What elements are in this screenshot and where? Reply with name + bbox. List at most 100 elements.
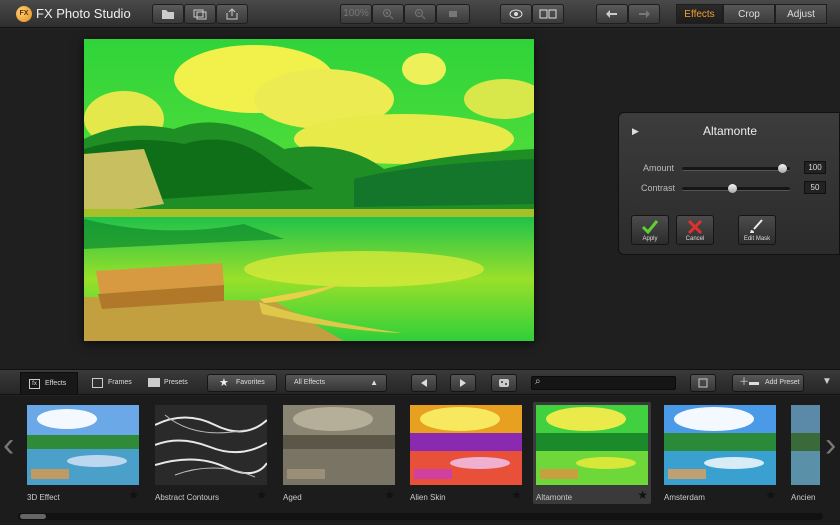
favorite-star-icon[interactable]: ★ bbox=[637, 488, 648, 502]
top-toolbar: FX FX Photo Studio 100% Effects Crop Adj… bbox=[0, 0, 840, 28]
square-icon bbox=[698, 378, 708, 388]
undo-icon bbox=[606, 10, 617, 18]
effect-name: 3D Effect bbox=[27, 493, 60, 502]
effect-search-input[interactable]: ⌕ bbox=[531, 376, 676, 390]
edit-mask-button[interactable]: Edit Mask bbox=[738, 215, 776, 245]
effect-name: Ancien bbox=[791, 493, 816, 502]
thumbnail-image bbox=[791, 405, 820, 485]
effect-name: Aged bbox=[283, 493, 302, 502]
thumbnail-image bbox=[283, 405, 395, 485]
fit-screen-icon bbox=[449, 11, 457, 17]
canvas-area: ▶ Altamonte Amount 100 Contrast 50 Apply… bbox=[0, 29, 840, 369]
next-effect-button[interactable] bbox=[450, 374, 476, 392]
share-button[interactable] bbox=[216, 4, 248, 24]
previous-effect-button[interactable] bbox=[411, 374, 437, 392]
share-icon bbox=[226, 8, 238, 20]
effect-thumb-abstract-contours[interactable]: Abstract Contours ★ bbox=[152, 402, 270, 504]
add-preset-button[interactable]: ＋▬ Add Preset bbox=[732, 374, 804, 392]
effect-title: Altamonte bbox=[702, 124, 758, 138]
zoom-level[interactable]: 100% bbox=[340, 4, 372, 24]
cancel-button[interactable]: Cancel bbox=[676, 215, 714, 245]
scroll-left-arrow-icon[interactable]: ‹ bbox=[3, 426, 14, 465]
open-file-button[interactable] bbox=[152, 4, 184, 24]
contrast-slider[interactable] bbox=[682, 184, 790, 193]
arrow-right-icon bbox=[460, 379, 466, 387]
app-window: FX FX Photo Studio 100% Effects Crop Adj… bbox=[0, 0, 840, 525]
effect-thumb-ancien[interactable]: Ancien bbox=[788, 402, 820, 504]
effect-thumb-altamonte[interactable]: Altamonte ★ bbox=[533, 402, 651, 504]
compare-button[interactable] bbox=[532, 4, 564, 24]
arrow-left-icon bbox=[421, 379, 427, 387]
fx-icon: fx bbox=[29, 379, 40, 389]
redo-icon bbox=[639, 10, 650, 18]
search-icon: ⌕ bbox=[535, 376, 541, 387]
shuffle-icon bbox=[499, 379, 509, 387]
thumbnail-scrollbar[interactable] bbox=[18, 513, 823, 520]
tab-adjust[interactable]: Adjust bbox=[775, 4, 827, 24]
gallery-icon bbox=[193, 9, 207, 20]
zoom-in-button[interactable] bbox=[372, 4, 404, 24]
tab-presets[interactable]: Presets bbox=[140, 372, 196, 394]
preview-button[interactable] bbox=[500, 4, 532, 24]
favorite-star-icon[interactable]: ★ bbox=[128, 488, 139, 502]
effects-thumbnail-strip: ‹ › 3D Effect ★ Abstract Contours ★ Aged… bbox=[0, 396, 840, 525]
amount-label: Amount bbox=[643, 163, 675, 173]
thumbnail-image bbox=[155, 405, 267, 485]
effect-name: Amsterdam bbox=[664, 493, 705, 502]
contrast-value[interactable]: 50 bbox=[804, 181, 826, 194]
photo-preview[interactable] bbox=[84, 39, 534, 341]
cancel-label: Cancel bbox=[685, 236, 705, 242]
presets-tab-label: Presets bbox=[164, 379, 188, 386]
scroll-right-arrow-icon[interactable]: › bbox=[825, 426, 836, 465]
apply-button[interactable]: Apply bbox=[631, 215, 669, 245]
favorite-star-icon[interactable]: ★ bbox=[511, 488, 522, 502]
landscape-photo-image bbox=[84, 39, 534, 341]
zoom-out-icon bbox=[415, 9, 426, 20]
effect-settings-panel: ▶ Altamonte Amount 100 Contrast 50 Apply… bbox=[618, 112, 840, 255]
effect-name: Alien Skin bbox=[410, 493, 446, 502]
view-toggle-button[interactable] bbox=[690, 374, 716, 392]
effect-thumb-aged[interactable]: Aged ★ bbox=[280, 402, 398, 504]
amount-slider[interactable] bbox=[682, 164, 790, 173]
undo-button[interactable] bbox=[596, 4, 628, 24]
eye-icon bbox=[509, 9, 523, 19]
effects-tab-label: Effects bbox=[45, 380, 67, 387]
split-view-icon bbox=[539, 9, 557, 19]
effect-thumb-3d-effect[interactable]: 3D Effect ★ bbox=[24, 402, 142, 504]
tab-crop[interactable]: Crop bbox=[723, 4, 775, 24]
collapse-arrow-icon[interactable]: ▼ bbox=[822, 376, 832, 387]
effect-name: Abstract Contours bbox=[155, 493, 220, 502]
contrast-label: Contrast bbox=[641, 183, 676, 193]
favorite-star-icon[interactable]: ★ bbox=[384, 488, 395, 502]
thumbnail-image bbox=[536, 405, 648, 485]
amount-slider-knob[interactable] bbox=[778, 164, 787, 173]
fit-button[interactable] bbox=[436, 4, 470, 24]
favorite-star-icon[interactable]: ★ bbox=[256, 488, 267, 502]
effect-thumb-alien-skin[interactable]: Alien Skin ★ bbox=[407, 402, 525, 504]
thumbnail-image bbox=[410, 405, 522, 485]
redo-button[interactable] bbox=[628, 4, 660, 24]
contrast-slider-knob[interactable] bbox=[728, 184, 737, 193]
effect-thumb-amsterdam[interactable]: Amsterdam ★ bbox=[661, 402, 779, 504]
effects-browser-bar: fx Effects Frames Presets ★ Favorites Al… bbox=[0, 369, 840, 395]
star-icon: ★ bbox=[219, 377, 229, 389]
favorites-label: Favorites bbox=[236, 379, 265, 386]
filter-label: All Effects bbox=[294, 379, 325, 386]
browse-button[interactable] bbox=[184, 4, 216, 24]
tab-effects[interactable]: Effects bbox=[676, 4, 723, 24]
cross-icon bbox=[687, 219, 703, 235]
favorite-star-icon[interactable]: ★ bbox=[765, 488, 776, 502]
thumbnail-image bbox=[27, 405, 139, 485]
app-title: FX Photo Studio bbox=[36, 6, 131, 21]
tab-frames[interactable]: Frames bbox=[84, 372, 136, 394]
amount-value[interactable]: 100 bbox=[804, 161, 826, 174]
thumbnail-image bbox=[664, 405, 776, 485]
effects-filter-dropdown[interactable]: All Effects ▲ bbox=[285, 374, 387, 392]
zoom-out-button[interactable] bbox=[404, 4, 436, 24]
random-effect-button[interactable] bbox=[491, 374, 517, 392]
effect-name: Altamonte bbox=[536, 493, 573, 502]
plus-folder-icon: ＋▬ bbox=[739, 377, 759, 388]
favorites-button[interactable]: ★ Favorites bbox=[207, 374, 277, 392]
tab-effects-browser[interactable]: fx Effects bbox=[20, 372, 78, 394]
scrollbar-thumb[interactable] bbox=[20, 514, 46, 519]
